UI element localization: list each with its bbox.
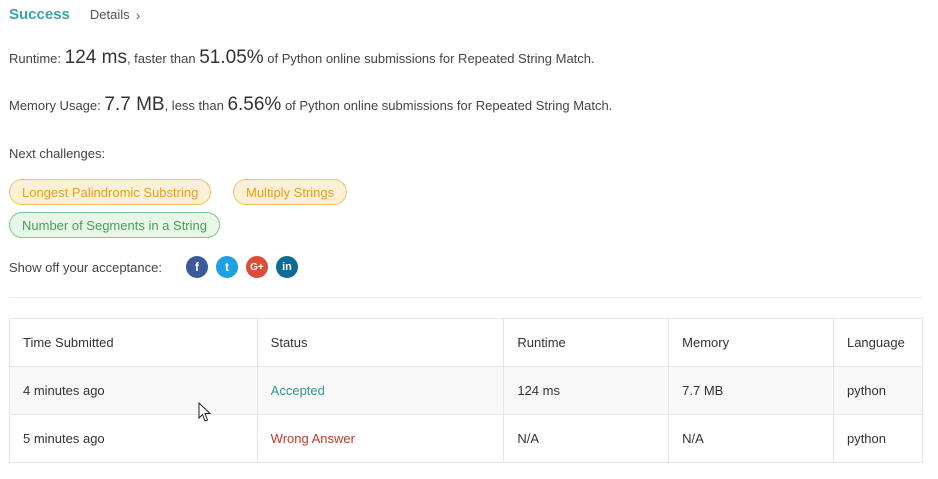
chevron-right-icon: › (135, 6, 141, 23)
status-link-accepted[interactable]: Accepted (271, 383, 325, 398)
cell-language: python (832, 414, 924, 463)
cell-runtime: 124 ms (503, 366, 670, 415)
challenge-tag-multiply-strings[interactable]: Multiply Strings (233, 179, 348, 205)
cell-memory: 7.7 MB (668, 366, 834, 415)
share-label: Show off your acceptance: (9, 259, 162, 275)
column-header-runtime: Runtime (503, 318, 670, 367)
column-header-memory: Memory (668, 318, 834, 367)
cell-time: 5 minutes ago (9, 414, 258, 463)
facebook-icon[interactable]: f (185, 256, 208, 278)
share-row: Show off your acceptance: f t G+ in (9, 256, 306, 278)
memory-mid: , less than (164, 98, 228, 113)
mouse-pointer-icon (198, 402, 212, 422)
twitter-icon[interactable]: t (215, 256, 238, 278)
column-header-language: Language (832, 318, 924, 367)
table-row: 4 minutes ago Accepted 124 ms 7.7 MB pyt… (9, 366, 924, 415)
result-header: Success Details › (9, 6, 140, 23)
google-plus-icon[interactable]: G+ (245, 256, 268, 278)
memory-percent: 6.56% (227, 94, 282, 115)
runtime-stat: Runtime: 124 ms, faster than 51.05% of P… (9, 47, 595, 69)
next-challenges-label: Next challenges: (9, 146, 106, 161)
memory-prefix: Memory Usage: (9, 98, 105, 113)
cell-runtime: N/A (503, 414, 670, 463)
submissions-table: Time Submitted Status Runtime Memory Lan… (9, 318, 924, 463)
status-title: Success (9, 6, 70, 23)
runtime-percent: 51.05% (199, 47, 264, 68)
cell-status: Accepted (256, 366, 505, 415)
cell-language: python (832, 366, 924, 415)
details-link[interactable]: Details › (90, 7, 140, 23)
runtime-suffix: of Python online submissions for Repeate… (263, 51, 595, 66)
social-icons: f t G+ in (185, 256, 306, 278)
memory-stat: Memory Usage: 7.7 MB, less than 6.56% of… (9, 94, 612, 116)
column-header-status: Status (256, 318, 505, 367)
table-header-row: Time Submitted Status Runtime Memory Lan… (9, 318, 924, 367)
cell-memory: N/A (668, 414, 834, 463)
memory-suffix: of Python online submissions for Repeate… (281, 98, 613, 113)
table-row: 5 minutes ago Wrong Answer N/A N/A pytho… (9, 414, 924, 463)
column-header-time: Time Submitted (9, 318, 258, 367)
runtime-value: 124 ms (64, 47, 127, 68)
status-link-wrong-answer[interactable]: Wrong Answer (271, 431, 355, 446)
memory-value: 7.7 MB (104, 94, 165, 115)
challenge-tag-longest-palindromic-substring[interactable]: Longest Palindromic Substring (9, 179, 212, 205)
divider (9, 297, 922, 298)
linkedin-icon[interactable]: in (275, 256, 298, 278)
details-label: Details (89, 7, 130, 22)
challenge-tag-number-of-segments[interactable]: Number of Segments in a String (9, 212, 220, 238)
runtime-mid: , faster than (126, 51, 200, 66)
cell-time: 4 minutes ago (9, 366, 258, 415)
runtime-prefix: Runtime: (9, 51, 65, 66)
cell-status: Wrong Answer (256, 414, 505, 463)
